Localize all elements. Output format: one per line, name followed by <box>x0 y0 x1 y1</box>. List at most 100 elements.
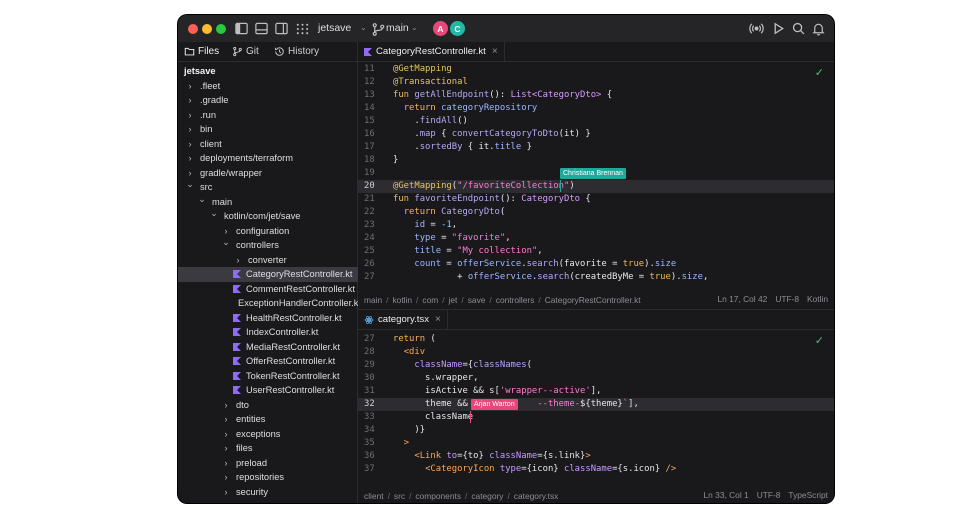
tab-files[interactable]: Files <box>184 46 219 57</box>
maximize-window-button[interactable] <box>216 23 226 34</box>
tab-history[interactable]: History <box>274 46 319 57</box>
code-line[interactable]: 14 return categoryRepository <box>358 102 834 115</box>
apps-grid-icon[interactable] <box>295 21 310 36</box>
toggle-bottom-panel-icon[interactable] <box>254 21 269 36</box>
tab-git[interactable]: Git <box>232 46 259 57</box>
folder-item[interactable]: › files <box>178 441 358 456</box>
breadcrumb-item[interactable]: jet <box>449 295 458 305</box>
file-item[interactable]: TokenRestController.kt <box>178 369 358 384</box>
code-line[interactable]: 27 return ( <box>358 333 834 346</box>
search-icon[interactable] <box>791 21 806 36</box>
cursor-position[interactable]: Ln 17, Col 42 <box>717 294 767 304</box>
code-line[interactable]: 34 )} <box>358 424 834 437</box>
close-tab-icon[interactable]: × <box>435 314 441 325</box>
notifications-bell-icon[interactable] <box>811 21 826 36</box>
file-item[interactable]: UserRestController.kt <box>178 383 358 398</box>
code-line[interactable]: 31 isActive && s['wrapper--active'], <box>358 385 834 398</box>
minimize-window-button[interactable] <box>202 23 212 34</box>
folder-item[interactable]: › bin <box>178 122 358 137</box>
chevron-right-icon[interactable]: › <box>221 472 231 482</box>
folder-item[interactable]: › repositories <box>178 470 358 485</box>
code-line[interactable]: 11 @GetMapping <box>358 63 834 76</box>
chevron-right-icon[interactable]: › <box>185 124 195 134</box>
file-language[interactable]: Kotlin <box>807 294 828 304</box>
folder-item[interactable]: ⌄ kotlin/com/jet/save <box>178 209 358 224</box>
chevron-right-icon[interactable]: › <box>221 400 231 410</box>
cursor-position[interactable]: Ln 33, Col 1 <box>704 490 749 500</box>
folder-item[interactable]: › .gradle <box>178 93 358 108</box>
code-line[interactable]: 26 count = offerService.search(favorite … <box>358 258 834 271</box>
close-window-button[interactable] <box>188 23 198 34</box>
code-line[interactable]: 25 title = "My collection", <box>358 245 834 258</box>
breadcrumb-item[interactable]: src <box>394 491 405 501</box>
chevron-down-icon[interactable]: ⌄ <box>185 180 195 190</box>
project-name[interactable]: jetsave <box>318 22 351 34</box>
folder-item[interactable]: › gradle/wrapper <box>178 166 358 181</box>
tab-category-tsx[interactable]: category.tsx × <box>358 309 448 330</box>
chevron-down-icon[interactable]: ⌄ <box>197 195 207 205</box>
chevron-right-icon[interactable]: › <box>221 429 231 439</box>
chevron-right-icon[interactable]: › <box>185 95 195 105</box>
tab-category-rest-controller[interactable]: CategoryRestController.kt × <box>358 41 505 62</box>
chevron-right-icon[interactable]: › <box>221 458 231 468</box>
folder-item[interactable]: › entities <box>178 412 358 427</box>
run-icon[interactable] <box>771 21 786 36</box>
file-item[interactable]: ExceptionHandlerController.kt <box>178 296 358 311</box>
chevron-right-icon[interactable]: › <box>185 81 195 91</box>
chevron-down-icon[interactable]: ⌄ <box>221 238 231 248</box>
code-line[interactable]: 30 s.wrapper, <box>358 372 834 385</box>
breadcrumb-item[interactable]: CategoryRestController.kt <box>545 295 641 305</box>
folder-item[interactable]: › exceptions <box>178 427 358 442</box>
breadcrumb-item[interactable]: category.tsx <box>514 491 559 501</box>
code-line[interactable]: 17 .sortedBy { it.title } <box>358 141 834 154</box>
chevron-right-icon[interactable]: › <box>221 226 231 236</box>
file-item[interactable]: OfferRestController.kt <box>178 354 358 369</box>
folder-item[interactable]: › .fleet <box>178 79 358 94</box>
branch-chevron-down-icon[interactable]: ⌄ <box>411 23 418 32</box>
code-line[interactable]: 28 <div <box>358 346 834 359</box>
folder-item[interactable]: › deployments/terraform <box>178 151 358 166</box>
code-line[interactable]: 37 <CategoryIcon type={icon} className={… <box>358 463 834 476</box>
code-line[interactable]: 18} <box>358 154 834 167</box>
project-root[interactable]: jetsave <box>178 64 358 79</box>
avatar[interactable]: A <box>433 21 448 36</box>
folder-item[interactable]: › configuration <box>178 224 358 239</box>
folder-item[interactable]: › .run <box>178 108 358 123</box>
folder-item[interactable]: › preload <box>178 456 358 471</box>
code-line[interactable]: 36 <Link to={to} className={s.link}> <box>358 450 834 463</box>
folder-item[interactable]: › client <box>178 137 358 152</box>
code-line[interactable]: 12 @Transactional <box>358 76 834 89</box>
breadcrumb-item[interactable]: category <box>471 491 503 501</box>
breadcrumb-item[interactable]: kotlin <box>392 295 412 305</box>
chevron-right-icon[interactable]: › <box>233 255 243 265</box>
toggle-left-panel-icon[interactable] <box>234 21 249 36</box>
branch-name[interactable]: main <box>386 22 409 34</box>
file-item[interactable]: IndexController.kt <box>178 325 358 340</box>
code-line[interactable]: 35 > <box>358 437 834 450</box>
breadcrumb-item[interactable]: main <box>364 295 382 305</box>
file-item[interactable]: CategoryRestController.kt <box>178 267 358 282</box>
folder-item[interactable]: ⌄ src <box>178 180 358 195</box>
code-line[interactable]: 24 type = "favorite", <box>358 232 834 245</box>
broadcast-icon[interactable] <box>749 21 764 36</box>
folder-item[interactable]: › converter <box>178 253 358 268</box>
file-item[interactable]: MediaRestController.kt <box>178 340 358 355</box>
code-line[interactable]: 21 fun favoriteEndpoint(): CategoryDto { <box>358 193 834 206</box>
code-line[interactable]: 23 id = -1, <box>358 219 834 232</box>
file-language[interactable]: TypeScript <box>788 490 828 500</box>
code-line[interactable]: 33 className <box>358 411 834 424</box>
chevron-down-icon[interactable]: ⌄ <box>209 209 219 219</box>
toggle-right-panel-icon[interactable] <box>274 21 289 36</box>
file-item[interactable]: CommentRestController.kt <box>178 282 358 297</box>
code-line[interactable]: 13 fun getAllEndpoint(): List<CategoryDto… <box>358 89 834 102</box>
chevron-right-icon[interactable]: › <box>185 139 195 149</box>
code-line[interactable]: 16 .map { convertCategoryToDto(it) } <box>358 128 834 141</box>
folder-item[interactable]: ⌄ main <box>178 195 358 210</box>
code-line[interactable]: 22 return CategoryDto( <box>358 206 834 219</box>
chevron-right-icon[interactable]: › <box>185 110 195 120</box>
chevron-right-icon[interactable]: › <box>221 414 231 424</box>
breadcrumb-item[interactable]: components <box>415 491 461 501</box>
file-encoding[interactable]: UTF-8 <box>775 294 799 304</box>
chevron-right-icon[interactable]: › <box>221 443 231 453</box>
breadcrumb-item[interactable]: controllers <box>496 295 535 305</box>
